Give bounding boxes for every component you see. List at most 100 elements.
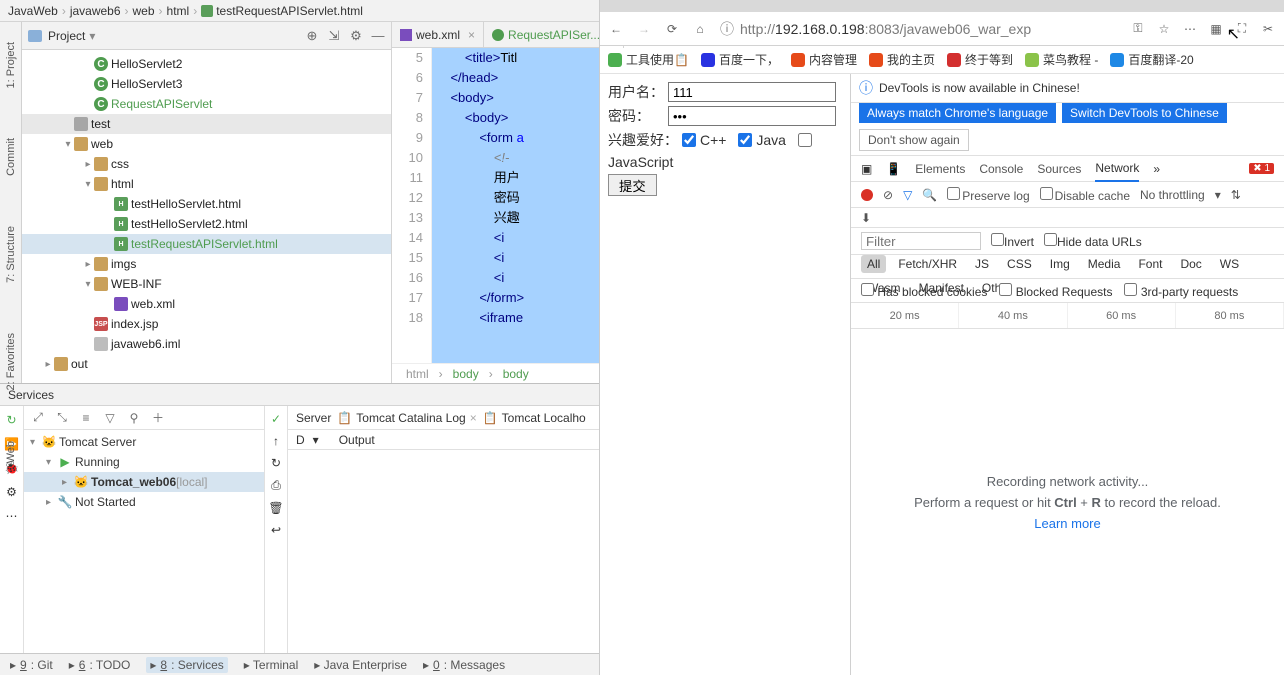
breadcrumb-item[interactable]: html [167,4,190,18]
tree-row[interactable]: CHelloServlet2 [22,54,391,74]
tab-console[interactable]: Console [979,162,1023,176]
statusbar-services[interactable]: ▸ 8: Services [146,657,227,673]
blocked-cookies-checkbox[interactable]: Has blocked cookies [861,283,987,299]
more-icon[interactable]: ⋯ [1182,21,1198,37]
star-icon[interactable]: ☆ [1156,21,1172,37]
services-tree-row[interactable]: ▾▶Running [24,452,264,472]
blocked-requests-checkbox[interactable]: Blocked Requests [999,283,1112,299]
settings-icon[interactable]: ⚙ [4,484,20,500]
gear-icon[interactable]: ⚙ [349,29,363,43]
preserve-log-checkbox[interactable]: Preserve log [947,187,1029,203]
tree-row[interactable]: ▸out [22,354,391,374]
services-tree-row[interactable]: ▸🔧Not Started [24,492,264,512]
statusbar-todo[interactable]: ▸ 6: TODO [69,658,131,672]
checkbox-java[interactable] [738,133,752,147]
throttling-select[interactable]: No throttling [1140,188,1205,202]
select-opened-file-icon[interactable]: ⊕ [305,29,319,43]
tab-catalina-log[interactable]: 📋Tomcat Catalina Log× [337,411,476,425]
editor-crumb[interactable]: html [406,367,429,381]
filter-toggle-icon[interactable]: ▽ [903,188,912,202]
back-icon[interactable]: ← [608,21,624,37]
tree-row[interactable]: test [22,114,391,134]
editor-crumb[interactable]: body [503,367,529,381]
maximize-icon[interactable]: ⛶ [1234,21,1250,37]
reload-icon[interactable]: ⟳ [664,21,680,37]
editor-tab[interactable]: web.xml× [392,22,484,48]
type-filter-ws[interactable]: WS [1214,255,1245,273]
type-filter-font[interactable]: Font [1132,255,1168,273]
chevron-down-icon[interactable]: ▾ [1215,188,1221,202]
tab-localhost-log[interactable]: 📋Tomcat Localho [483,411,586,425]
type-filter-media[interactable]: Media [1082,255,1127,273]
inspect-icon[interactable]: ▣ [861,162,872,176]
type-filter-all[interactable]: All [861,255,886,273]
bookmark-item[interactable]: 百度翻译-20 [1110,51,1193,68]
tab-project[interactable]: 1: Project [5,42,17,88]
editor-code[interactable]: <title>Titl </head> <body> <body> <form … [432,48,599,363]
match-language-button[interactable]: Always match Chrome's language [859,103,1056,123]
device-toggle-icon[interactable]: 📱 [886,162,901,176]
services-tree-row[interactable]: ▾🐱Tomcat Server [24,432,264,452]
services-tree-row[interactable]: ▸🐱Tomcat_web06 [local] [24,472,264,492]
tab-elements[interactable]: Elements [915,162,965,176]
tree-row[interactable]: ▾WEB-INF [22,274,391,294]
more-tabs-icon[interactable]: » [1153,162,1160,176]
editor[interactable]: 56789101112131415161718 <title>Titl </he… [392,48,599,363]
statusbar-jee[interactable]: ▸ Java Enterprise [314,658,407,672]
type-filter-css[interactable]: CSS [1001,255,1038,273]
hide-data-urls-checkbox[interactable]: Hide data URLs [1044,233,1142,249]
apps-icon[interactable]: ▦ [1208,21,1224,37]
warning-badge[interactable]: ✖ 1 [1249,163,1274,174]
browser-tab-strip[interactable] [600,0,1284,12]
tree-row[interactable]: JSPindex.jsp [22,314,391,334]
breadcrumb-item[interactable]: JavaWeb [8,4,58,18]
project-panel-title[interactable]: Project [48,29,85,43]
bookmark-item[interactable]: 终于等到 [947,51,1013,68]
username-input[interactable] [668,82,836,102]
key-icon[interactable]: ⚿ [1130,21,1146,37]
filter-icon[interactable]: ▽ [102,410,118,426]
tree-row[interactable]: web.xml [22,294,391,314]
tree-row[interactable]: HtestHelloServlet.html [22,194,391,214]
tree-row[interactable]: CRequestAPIServlet [22,94,391,114]
tree-row[interactable]: javaweb6.iml [22,334,391,354]
record-icon[interactable] [861,189,873,201]
tree-row[interactable]: ▾web [22,134,391,154]
clear-icon[interactable]: ⊘ [883,188,893,202]
bookmark-item[interactable]: 菜鸟教程 - [1025,51,1098,68]
down-icon[interactable]: ↻ [271,456,281,470]
wifi-icon[interactable]: ⇅ [1231,188,1241,202]
trash-icon[interactable]: 🗑 [268,501,283,515]
tab-commit[interactable]: Commit [5,138,17,176]
hide-icon[interactable]: — [371,29,385,43]
dismiss-banner-button[interactable]: Don't show again [859,129,969,151]
tab-structure[interactable]: 7: Structure [5,226,17,283]
chevron-down-icon[interactable]: ▾ [89,29,95,43]
home-icon[interactable]: ⌂ [692,21,708,37]
tree-row[interactable]: HtestRequestAPIServlet.html [22,234,391,254]
address-bar[interactable]: ⓘ http://192.168.0.198:8083/javaweb06_wa… [720,19,1118,39]
tree-row[interactable]: HtestHelloServlet2.html [22,214,391,234]
tab-server[interactable]: Server [296,411,331,425]
breadcrumb-item[interactable]: javaweb6 [70,4,121,18]
tab-web[interactable]: Web [5,441,17,463]
tab-favorites[interactable]: 2: Favorites [5,333,17,390]
expand-all-icon[interactable]: ⇲ [327,29,341,43]
project-tree[interactable]: CHelloServlet2CHelloServlet3CRequestAPIS… [22,50,391,383]
tree-row[interactable]: ▾html [22,174,391,194]
checkbox-cpp[interactable] [682,133,696,147]
group-icon[interactable]: ≡ [78,410,94,426]
filter2-icon[interactable]: ⚲ [126,410,142,426]
forward-icon[interactable]: → [636,21,652,37]
expand-icon[interactable]: ⤢ [30,410,46,426]
switch-language-button[interactable]: Switch DevTools to Chinese [1062,103,1227,123]
checkbox-js[interactable] [798,133,812,147]
type-filter-img[interactable]: Img [1044,255,1076,273]
tree-row[interactable]: CHelloServlet3 [22,74,391,94]
bookmark-item[interactable]: 百度一下， [701,51,779,68]
breadcrumb-item[interactable]: web [133,4,155,18]
statusbar-terminal[interactable]: ▸ Terminal [244,658,299,672]
tree-row[interactable]: ▸imgs [22,254,391,274]
submit-button[interactable]: 提交 [608,174,657,196]
rerun-icon[interactable]: ↻ [4,412,20,428]
